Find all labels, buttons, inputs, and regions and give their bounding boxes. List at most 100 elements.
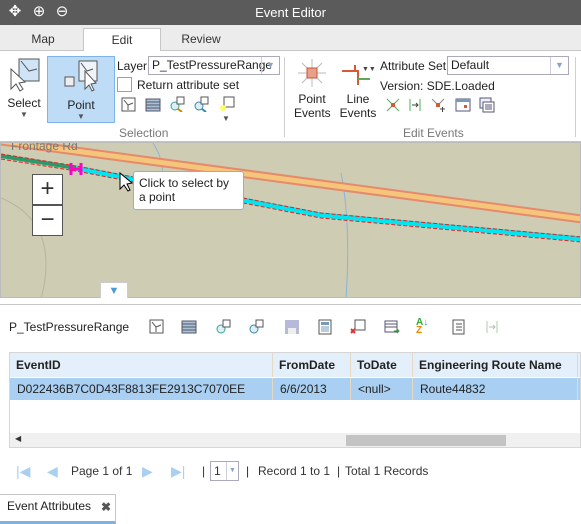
- calculator-icon[interactable]: [317, 319, 333, 335]
- event-attributes-label: Event Attributes: [7, 499, 92, 513]
- separator: |: [337, 464, 341, 478]
- edit-events-group-label: Edit Events: [403, 126, 464, 140]
- pan-to-selected-icon[interactable]: [193, 96, 209, 112]
- zoom-to-selected-icon[interactable]: [215, 319, 231, 335]
- line-events-button[interactable]: ▼▼ Line Events: [338, 57, 378, 120]
- select-feature-icon[interactable]: [121, 97, 137, 113]
- column-header-fromdate[interactable]: FromDate: [273, 353, 351, 377]
- attribute-set-select[interactable]: Default ▼: [447, 56, 569, 75]
- map-canvas: [1, 143, 580, 297]
- select-label: Select: [7, 96, 41, 110]
- road-label: Frontage Rd: [11, 142, 78, 153]
- attribute-layer-name: P_TestPressureRange: [9, 320, 130, 334]
- event-line: [1, 153, 580, 238]
- group-divider: [284, 57, 285, 137]
- zoom-out-button[interactable]: −: [32, 205, 63, 236]
- table-icon[interactable]: [145, 97, 161, 113]
- sort-icon[interactable]: A↓ Z: [416, 318, 432, 336]
- selection-group-label: Selection: [119, 126, 169, 140]
- layer-label: Layer:: [117, 59, 151, 73]
- cell-fromdate: 6/6/2013: [273, 378, 351, 400]
- dropdown-arrow-icon: ▼: [77, 112, 85, 121]
- separator: |: [202, 464, 206, 478]
- chevron-down-icon: ▼: [261, 57, 279, 74]
- event-table-icon[interactable]: [479, 97, 495, 113]
- column-header-route-name[interactable]: Engineering Route Name: [413, 353, 578, 377]
- line-events-label: Line Events: [339, 92, 377, 120]
- chevron-down-icon: ▼: [226, 462, 238, 480]
- version-text: Version: SDE.Loaded: [380, 79, 495, 93]
- details-icon[interactable]: [451, 319, 467, 335]
- total-text: Total 1 Records: [345, 464, 429, 478]
- return-attribute-checkbox[interactable]: [117, 77, 132, 92]
- split-event-icon[interactable]: [430, 97, 446, 113]
- scroll-left-icon[interactable]: ◀: [15, 434, 21, 443]
- chevron-down-icon: ▼: [550, 57, 568, 74]
- column-header-todate[interactable]: ToDate: [351, 353, 413, 377]
- map-view[interactable]: Frontage Rd + −: [0, 142, 581, 298]
- point-select-button[interactable]: Point ▼: [47, 56, 115, 123]
- ribbon-tabs: Map Edit Review: [0, 25, 581, 52]
- tab-event-attributes[interactable]: Event Attributes ✖: [0, 494, 116, 524]
- tab-review[interactable]: Review: [162, 28, 240, 51]
- locate-event-icon[interactable]: [484, 319, 500, 335]
- cell-route-name: Route44832: [413, 378, 578, 400]
- zoom-to-selected-icon[interactable]: [169, 96, 185, 112]
- close-icon[interactable]: ✖: [101, 496, 111, 518]
- return-attribute-label: Return attribute set: [137, 78, 240, 92]
- map-tooltip: Click to select by a point: [133, 171, 244, 210]
- page-text: Page 1 of 1: [71, 464, 133, 478]
- layer-select[interactable]: P_TestPressureRange ▼: [148, 56, 280, 75]
- retire-event-icon[interactable]: [385, 97, 401, 113]
- page-select[interactable]: 1 ▼: [210, 461, 239, 481]
- selected-point-marker: [69, 163, 83, 175]
- point-events-icon: [298, 59, 326, 87]
- column-header-eventid[interactable]: EventID: [10, 353, 273, 377]
- attribute-table: EventID FromDate ToDate Engineering Rout…: [9, 352, 581, 448]
- record-text: Record 1 to 1: [258, 464, 331, 478]
- attribute-set-label: Attribute Set:: [380, 59, 450, 73]
- window-title: Event Editor: [255, 5, 326, 20]
- separator: |: [246, 464, 250, 478]
- select-button[interactable]: Select ▼: [4, 57, 44, 119]
- select-feature-icon[interactable]: [149, 319, 165, 335]
- ribbon: Select ▼ Point ▼ Layer: P_TestPressureRa…: [0, 51, 581, 142]
- point-select-icon: [64, 60, 98, 92]
- table-icon[interactable]: [181, 319, 197, 335]
- pager: |◀ ◀ Page 1 of 1 ▶ ▶| | 1 ▼ | Record 1 to…: [14, 461, 464, 481]
- layer-value: P_TestPressureRange: [152, 58, 273, 72]
- save-icon[interactable]: [284, 319, 300, 335]
- tab-edit[interactable]: Edit: [83, 28, 161, 52]
- group-divider: [575, 57, 576, 137]
- extend-event-icon[interactable]: [407, 97, 423, 113]
- title-bar: ✥ ⊕ ⊖ Event Editor: [0, 0, 581, 25]
- dropdown-arrow-icon[interactable]: ▼: [222, 114, 230, 123]
- cell-eventid: D022436B7C0D43F8813FE2913C7070EE: [10, 378, 273, 400]
- collapse-panel-button[interactable]: ▼: [100, 282, 128, 298]
- first-page-icon[interactable]: |◀: [16, 462, 30, 480]
- point-events-button[interactable]: Point Events: [294, 57, 331, 120]
- zoom-in-button[interactable]: +: [32, 174, 63, 205]
- point-label: Point: [67, 98, 95, 112]
- route-line: [1, 154, 77, 170]
- page-select-value: 1: [214, 464, 221, 478]
- pan-to-selected-icon[interactable]: [248, 319, 264, 335]
- select-tool-icon: [10, 58, 40, 92]
- last-page-icon[interactable]: ▶|: [171, 462, 185, 480]
- previous-page-icon[interactable]: ◀: [47, 462, 58, 480]
- clear-selection-icon[interactable]: [219, 96, 235, 112]
- cell-todate: <null>: [351, 378, 413, 400]
- scrollbar-thumb[interactable]: [346, 435, 506, 446]
- svg-text:▼▼: ▼▼: [362, 66, 376, 73]
- attribute-set-value: Default: [451, 58, 490, 72]
- event-form-icon[interactable]: [455, 97, 471, 113]
- next-page-icon[interactable]: ▶: [142, 462, 153, 480]
- line-events-icon: ▼▼: [342, 65, 376, 85]
- export-table-icon[interactable]: [384, 319, 400, 335]
- chevron-down-icon: ▼: [108, 285, 120, 297]
- point-events-label: Point Events: [294, 92, 331, 120]
- horizontal-scrollbar[interactable]: ◀: [10, 433, 580, 447]
- dropdown-arrow-icon: ▼: [20, 110, 28, 119]
- delete-feature-icon[interactable]: [350, 319, 366, 335]
- tab-map[interactable]: Map: [4, 28, 82, 51]
